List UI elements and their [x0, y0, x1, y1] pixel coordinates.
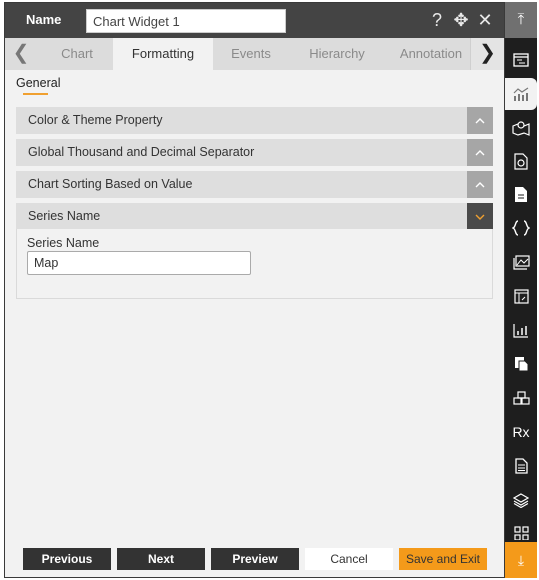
move-icon[interactable]: ✥ — [452, 10, 470, 31]
accordion-label: Series Name — [28, 209, 101, 223]
panel-header: Name ? ✥ ✕ — [5, 3, 504, 38]
table-icon[interactable] — [505, 280, 537, 312]
report-icon[interactable] — [505, 450, 537, 482]
tab-scroll-right-icon[interactable]: ❯ — [470, 38, 504, 70]
tool-sidebar: ⤒ Rx ⤓ — [505, 2, 537, 578]
tab-formatting[interactable]: Formatting — [113, 38, 213, 70]
close-icon[interactable]: ✕ — [476, 10, 494, 31]
series-name-section: Series Name — [16, 229, 493, 299]
tab-annotation[interactable]: Annotation — [395, 38, 467, 70]
chevron-up-icon[interactable] — [467, 107, 493, 134]
scroll-to-bottom-icon[interactable]: ⤓ — [505, 542, 537, 578]
cancel-button[interactable]: Cancel — [305, 548, 393, 570]
chevron-up-icon[interactable] — [467, 171, 493, 198]
cubes-icon[interactable] — [505, 382, 537, 414]
document-chart-icon[interactable] — [505, 145, 537, 177]
layers-icon[interactable] — [505, 484, 537, 516]
subtab-general[interactable]: General — [16, 76, 60, 90]
tab-events[interactable]: Events — [213, 38, 289, 70]
save-and-exit-button[interactable]: Save and Exit — [399, 548, 487, 570]
help-icon[interactable]: ? — [428, 10, 446, 31]
code-braces-icon[interactable] — [505, 212, 537, 244]
tab-chart[interactable]: Chart — [37, 38, 117, 70]
map-icon[interactable] — [505, 112, 537, 144]
accordion-color-theme[interactable]: Color & Theme Property — [16, 107, 493, 134]
subtab-active-indicator — [23, 93, 48, 95]
widget-properties-panel: Name ? ✥ ✕ ❮ Chart Formatting Events Hie… — [4, 2, 505, 578]
widget-properties-icon[interactable] — [505, 44, 537, 76]
tab-bar: ❮ Chart Formatting Events Hierarchy Anno… — [5, 38, 504, 70]
grid-icon[interactable] — [505, 518, 537, 540]
tab-hierarchy[interactable]: Hierarchy — [289, 38, 385, 70]
previous-button[interactable]: Previous — [23, 548, 111, 570]
accordion-series-name[interactable]: Series Name — [16, 203, 493, 230]
accordion-chart-sorting[interactable]: Chart Sorting Based on Value — [16, 171, 493, 198]
rx-icon[interactable]: Rx — [505, 416, 537, 448]
name-label: Name — [26, 12, 62, 27]
accordion-label: Global Thousand and Decimal Separator — [28, 145, 255, 159]
tab-scroll-left-icon[interactable]: ❮ — [5, 38, 37, 70]
preview-button[interactable]: Preview — [211, 548, 299, 570]
accordion-thousand-decimal-separator[interactable]: Global Thousand and Decimal Separator — [16, 139, 493, 166]
document-icon[interactable] — [505, 178, 537, 210]
chevron-down-icon[interactable] — [467, 203, 493, 230]
widget-name-input[interactable] — [86, 9, 286, 33]
copy-icon[interactable] — [505, 348, 537, 380]
chart-icon[interactable] — [505, 78, 537, 110]
accordion-label: Color & Theme Property — [28, 113, 163, 127]
image-icon[interactable] — [505, 246, 537, 278]
series-name-label: Series Name — [27, 236, 100, 250]
accordion-label: Chart Sorting Based on Value — [28, 177, 193, 191]
bar-chart-icon[interactable] — [505, 314, 537, 346]
series-name-input[interactable] — [27, 251, 251, 275]
chevron-up-icon[interactable] — [467, 139, 493, 166]
next-button[interactable]: Next — [117, 548, 205, 570]
scroll-to-top-icon[interactable]: ⤒ — [505, 2, 537, 38]
